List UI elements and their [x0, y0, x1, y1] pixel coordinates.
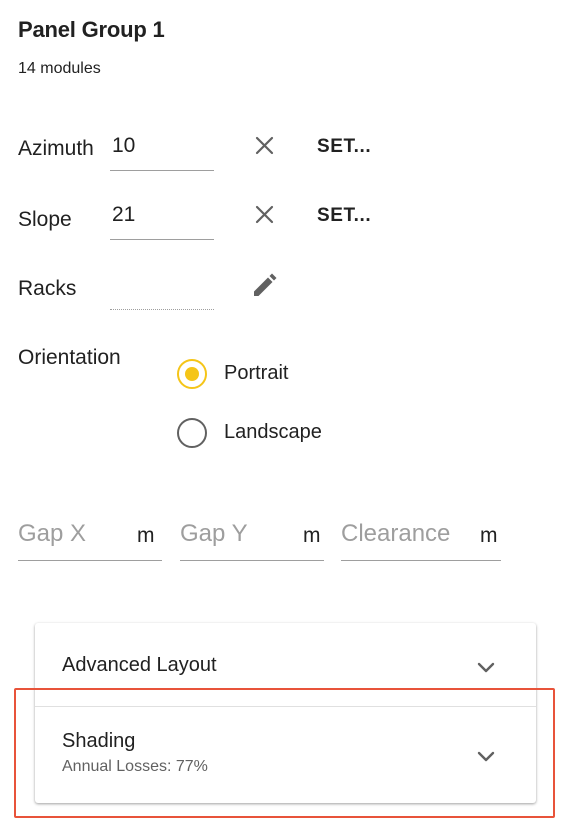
clearance-underline [341, 560, 501, 561]
landscape-label: Landscape [224, 421, 322, 443]
clearance-unit: m [480, 524, 498, 547]
pencil-icon [254, 273, 277, 296]
azimuth-set-button[interactable]: SET... [317, 136, 371, 158]
azimuth-underline [110, 170, 214, 171]
gap-y-unit: m [303, 524, 321, 547]
close-icon [255, 205, 274, 224]
gap-y-label: Gap Y [180, 520, 248, 547]
azimuth-clear-button[interactable] [250, 131, 280, 161]
orientation-option-portrait[interactable]: Portrait [177, 357, 337, 391]
gap-x-unit: m [137, 524, 155, 547]
racks-underline [110, 309, 214, 310]
shading-highlight-box [14, 688, 555, 818]
close-icon [255, 136, 274, 155]
azimuth-label: Azimuth [18, 137, 94, 160]
gap-x-input[interactable]: Gap X m [18, 518, 162, 562]
gap-y-input[interactable]: Gap Y m [180, 518, 324, 562]
slope-set-button[interactable]: SET... [317, 205, 371, 227]
panel-group-title: Panel Group 1 [18, 17, 165, 42]
slope-underline [110, 239, 214, 240]
landscape-radio[interactable] [177, 418, 207, 448]
gap-y-underline [180, 560, 324, 561]
clearance-input[interactable]: Clearance m [341, 518, 501, 562]
racks-input[interactable] [110, 272, 214, 312]
racks-label: Racks [18, 277, 77, 300]
portrait-label: Portrait [224, 362, 289, 384]
azimuth-input[interactable]: 10 [110, 131, 214, 171]
gap-x-underline [18, 560, 162, 561]
orientation-option-landscape[interactable]: Landscape [177, 416, 357, 450]
slope-input[interactable]: 21 [110, 200, 214, 240]
advanced-layout-title: Advanced Layout [62, 654, 217, 676]
azimuth-value: 10 [112, 134, 136, 157]
slope-label: Slope [18, 208, 72, 231]
clearance-label: Clearance [341, 520, 451, 547]
orientation-label: Orientation [18, 346, 121, 369]
slope-clear-button[interactable] [250, 200, 280, 230]
module-count: 14 modules [18, 60, 101, 77]
racks-edit-button[interactable] [248, 270, 280, 302]
portrait-radio[interactable] [177, 359, 207, 389]
gap-x-label: Gap X [18, 520, 87, 547]
slope-value: 21 [112, 203, 136, 226]
chevron-down-icon [477, 662, 495, 673]
